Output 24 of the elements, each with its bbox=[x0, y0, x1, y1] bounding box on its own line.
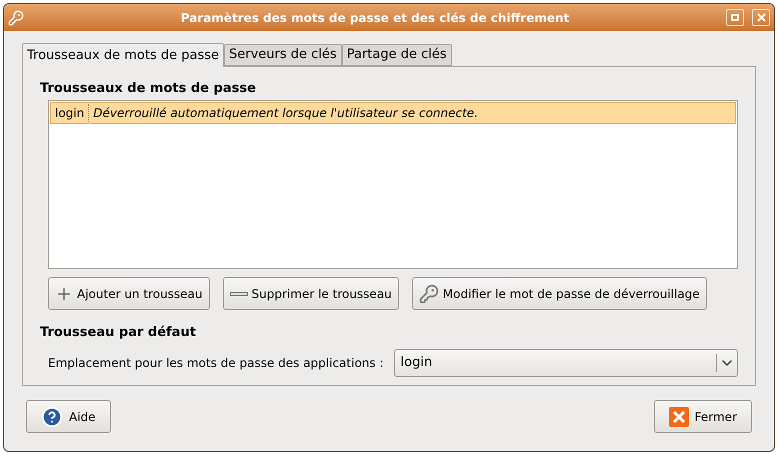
dialog-button[interactable]: Fermer bbox=[654, 400, 752, 433]
key-icon bbox=[418, 284, 439, 304]
window-title: Paramètres des mots de passe et des clés de chiffrement bbox=[180, 10, 570, 26]
keyring-row[interactable]: login Déverrouillé automatiquement lorsque l'utilisateur se connecte. bbox=[50, 102, 736, 124]
keyring-button[interactable]: Ajouter un trousseau bbox=[48, 277, 210, 310]
keyring-description: Déverrouillé automatiquement lorsque l'utilisateur se connecte. bbox=[92, 105, 480, 122]
key-icon bbox=[8, 10, 24, 26]
tab[interactable]: Serveurs de clés bbox=[224, 44, 342, 66]
field-label: Emplacement pour les mots de passe des applications : bbox=[48, 354, 384, 372]
maximize-button[interactable] bbox=[726, 9, 744, 26]
keyring-dropdown[interactable]: login bbox=[394, 348, 738, 376]
keyring-button[interactable]: Modifier le mot de passe de déverrouillage bbox=[412, 277, 707, 310]
help-icon bbox=[41, 406, 63, 428]
close-icon bbox=[756, 13, 766, 22]
keyring-button[interactable]: Supprimer le trousseau bbox=[222, 277, 399, 310]
dialog-button[interactable]: Aide bbox=[26, 400, 111, 433]
close-button[interactable] bbox=[752, 9, 770, 26]
section-heading: Trousseau par défaut bbox=[40, 324, 197, 342]
close-icon bbox=[668, 406, 689, 426]
minus-icon bbox=[230, 292, 248, 296]
keyring-name: login bbox=[51, 104, 90, 122]
section-heading: Trousseaux de mots de passe bbox=[40, 80, 257, 98]
tab[interactable]: Partage de clés bbox=[342, 44, 452, 66]
tab[interactable]: Trousseaux de mots de passe bbox=[22, 43, 224, 67]
